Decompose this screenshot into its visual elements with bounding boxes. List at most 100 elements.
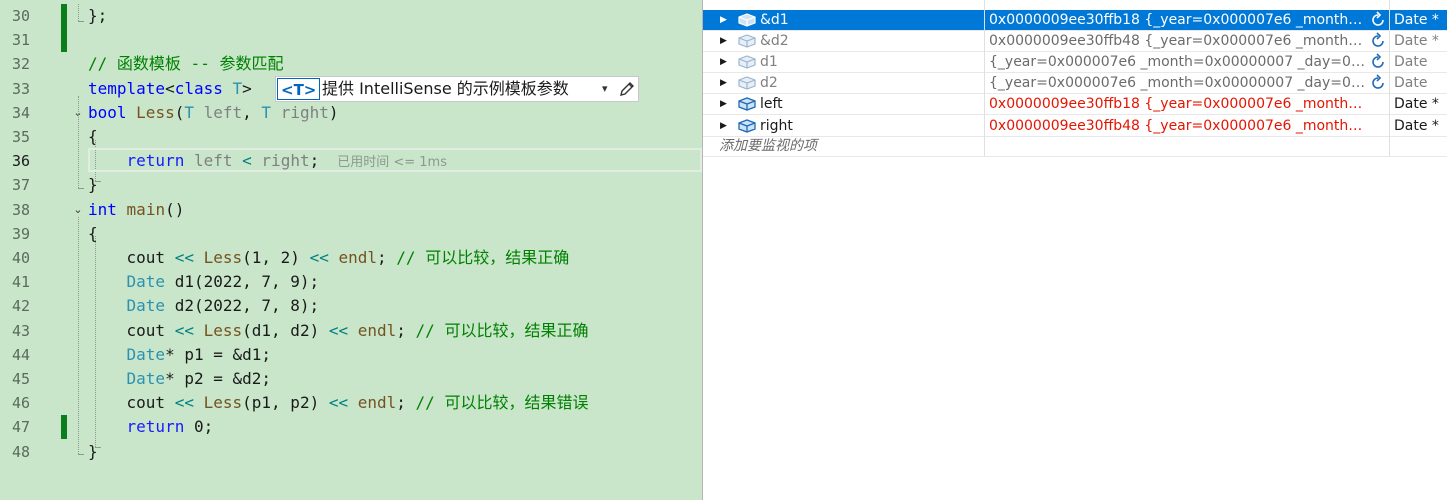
watch-value[interactable]: {_year=0x000007e6 _month=0x00000007 _day… [989, 52, 1367, 72]
watch-value[interactable]: 0x0000009ee30ffb18 {_year=0x000007e6 _mo… [989, 10, 1367, 30]
code-line[interactable]: 37} [0, 173, 702, 197]
watch-row[interactable]: ▶ d1 {_year=0x000007e6 _month=0x00000007 _… [703, 52, 1447, 74]
watch-name[interactable]: right [760, 116, 793, 136]
watch-name[interactable]: d2 [760, 73, 778, 93]
pencil-icon[interactable] [618, 80, 636, 98]
line-number: 32 [11, 55, 30, 73]
refresh-icon[interactable] [1369, 74, 1387, 92]
chevron-down-icon[interactable]: ▾ [602, 77, 608, 101]
template-argument-bar[interactable]: <T> 提供 IntelliSense 的示例模板参数 ▾ [275, 76, 639, 102]
code-token: Less [203, 393, 243, 412]
code-text[interactable]: bool Less(T left, T right) [88, 101, 339, 125]
expand-triangle-icon[interactable]: ▶ [720, 52, 730, 72]
expand-triangle-icon[interactable]: ▶ [720, 10, 730, 30]
line-number: 48 [11, 443, 30, 461]
indent-guide-end [78, 454, 84, 456]
code-text[interactable]: int main() [88, 198, 184, 222]
code-token: * p2 = &d2; [165, 369, 272, 388]
code-token: // [396, 248, 426, 267]
code-line[interactable]: 30}; [0, 4, 702, 28]
refresh-icon[interactable] [1369, 32, 1387, 50]
watch-value[interactable]: 0x0000009ee30ffb18 {_year=0x000007e6 _mo… [989, 94, 1367, 114]
code-text[interactable]: cout << Less(p1, p2) << endl; // 可以比较，结果… [88, 391, 589, 415]
watch-name[interactable]: &d2 [760, 31, 789, 51]
code-token: cout [88, 321, 175, 340]
code-text[interactable]: template<class T> [88, 77, 252, 101]
watch-row[interactable]: ▶ &d2 0x0000009ee30ffb48 {_year=0x000007e6… [703, 31, 1447, 53]
code-line[interactable]: 45 Date* p2 = &d2; [0, 367, 702, 391]
line-number: 33 [11, 80, 30, 98]
code-line[interactable]: 41 Date d1(2022, 7, 9); [0, 270, 702, 294]
watch-value[interactable]: 0x0000009ee30ffb48 {_year=0x000007e6 _mo… [989, 31, 1367, 51]
column-divider[interactable] [984, 0, 985, 157]
code-editor[interactable]: 30}; 31 32 // 函数模板 -- 参数匹配 33 template<class … [0, 0, 702, 500]
refresh-icon[interactable] [1369, 53, 1387, 71]
code-line[interactable]: 32 // 函数模板 -- 参数匹配 [0, 52, 702, 76]
template-param-badge[interactable]: <T> [277, 78, 321, 100]
watch-type: Date * [1394, 12, 1439, 28]
code-line[interactable]: 40 cout << Less(1, 2) << endl; // 可以比较，结… [0, 246, 702, 270]
code-line[interactable]: 47 return 0; [0, 415, 702, 439]
code-token: bool [88, 103, 127, 122]
code-text[interactable]: Date d1(2022, 7, 9); [88, 270, 320, 294]
code-token: () [165, 200, 185, 219]
line-number: 37 [11, 176, 30, 194]
code-line[interactable]: 42 Date d2(2022, 7, 8); [0, 294, 702, 318]
expand-triangle-icon[interactable]: ▶ [720, 116, 730, 136]
watch-value[interactable]: {_year=0x000007e6 _month=0x00000007 _day… [989, 73, 1367, 93]
watch-type: Date * [1394, 117, 1439, 134]
code-text[interactable]: return 0; [88, 415, 214, 439]
code-token: cout [88, 248, 175, 267]
line-number: 35 [11, 128, 30, 146]
add-watch-placeholder[interactable]: 添加要监视的项 [719, 136, 817, 156]
column-divider[interactable] [1389, 0, 1390, 157]
watch-add-row[interactable]: 添加要监视的项 [703, 136, 1447, 157]
collapse-chevron-icon[interactable]: ⌄ [72, 204, 84, 216]
watch-row[interactable]: ▶ right 0x0000009ee30ffb48 {_year=0x000007… [703, 116, 1447, 137]
code-token: -- [180, 54, 220, 73]
watch-name[interactable]: d1 [760, 52, 778, 72]
code-line[interactable]: 38 int main() ⌄ [0, 198, 702, 222]
change-marker [61, 4, 67, 52]
watch-value[interactable]: 0x0000009ee30ffb48 {_year=0x000007e6 _mo… [989, 116, 1367, 136]
object-cube-icon [738, 55, 756, 69]
code-line[interactable]: 48} [0, 440, 702, 464]
code-text[interactable]: }; [88, 4, 107, 28]
code-text[interactable]: Date d2(2022, 7, 8); [88, 294, 320, 318]
code-line[interactable]: 44 Date* p1 = &d1; [0, 343, 702, 367]
code-token: endl [357, 393, 397, 412]
watch-name[interactable]: left [760, 94, 783, 114]
expand-triangle-icon[interactable]: ▶ [720, 31, 730, 51]
code-token: endl [357, 321, 397, 340]
watch-panel[interactable]: ▶ &d1 0x0000009ee30ffb18 {_year=0x000007e6… [702, 0, 1447, 500]
code-line[interactable]: 39{ [0, 222, 702, 246]
expand-triangle-icon[interactable]: ▶ [720, 94, 730, 114]
code-text[interactable]: cout << Less(1, 2) << endl; // 可以比较，结果正确 [88, 246, 570, 270]
code-line[interactable]: 34 bool Less(T left, T right) ⌄ [0, 101, 702, 125]
watch-name[interactable]: &d1 [760, 10, 789, 30]
code-line[interactable]: 35{ [0, 125, 702, 149]
refresh-icon[interactable] [1369, 11, 1387, 29]
line-number: 44 [11, 346, 30, 364]
code-line[interactable]: 31 [0, 28, 702, 52]
code-text[interactable]: cout << Less(d1, d2) << endl; // 可以比较，结果… [88, 319, 589, 343]
code-token: T [184, 103, 194, 122]
watch-row[interactable]: ▶ left 0x0000009ee30ffb18 {_year=0x000007e… [703, 94, 1447, 116]
code-text[interactable]: Date* p2 = &d2; [88, 367, 272, 391]
indent-guide [78, 217, 80, 454]
template-bar-label: 提供 IntelliSense 的示例模板参数 [322, 79, 569, 98]
code-token: Less [136, 103, 175, 122]
watch-row[interactable]: ▶ d2 {_year=0x000007e6 _month=0x00000007 _… [703, 73, 1447, 95]
watch-row[interactable]: ▶ &d1 0x0000009ee30ffb18 {_year=0x000007e6… [703, 10, 1447, 31]
indent-guide [78, 96, 80, 188]
code-text[interactable]: Date* p1 = &d1; [88, 343, 272, 367]
code-line[interactable]: 43 cout << Less(d1, d2) << endl; // 可以比较… [0, 319, 702, 343]
code-line[interactable]: 46 cout << Less(p1, p2) << endl; // 可以比较… [0, 391, 702, 415]
line-number: 39 [11, 225, 30, 243]
code-text[interactable]: // 函数模板 -- 参数匹配 [88, 52, 283, 76]
object-cube-icon [738, 34, 756, 48]
expand-triangle-icon[interactable]: ▶ [720, 73, 730, 93]
code-token: left [203, 103, 243, 122]
